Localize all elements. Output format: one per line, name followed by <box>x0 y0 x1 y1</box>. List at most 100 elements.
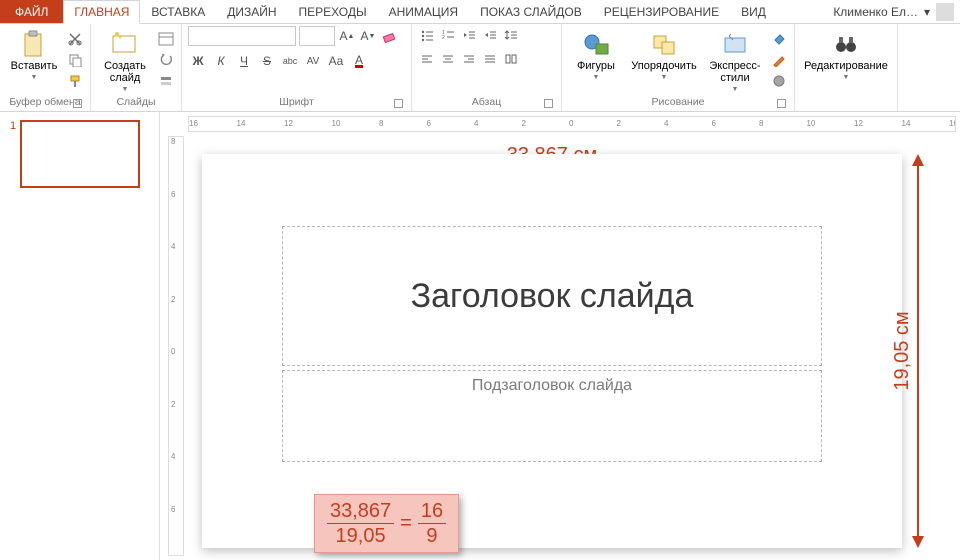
shrink-font-button[interactable]: A▼ <box>359 27 377 45</box>
strikethrough-button[interactable]: S <box>257 52 277 70</box>
format-painter-button[interactable] <box>66 72 84 90</box>
shape-outline-button[interactable] <box>770 51 788 69</box>
font-color-button[interactable]: A <box>349 52 369 70</box>
chevron-down-icon: ▼ <box>593 74 600 81</box>
justify-icon <box>483 52 497 66</box>
title-placeholder[interactable]: Заголовок слайда <box>282 226 822 366</box>
bullets-button[interactable] <box>418 26 436 44</box>
avatar <box>936 3 954 21</box>
slide-thumbnail-1[interactable] <box>20 120 140 188</box>
eraser-icon <box>382 29 396 43</box>
editing-button[interactable]: Редактирование ▼ <box>801 26 891 81</box>
new-slide-button[interactable]: Создать слайд ▼ <box>97 26 153 93</box>
slide-canvas[interactable]: Заголовок слайда Подзаголовок слайда 33,… <box>202 154 902 548</box>
numbering-button[interactable]: 12 <box>439 26 457 44</box>
bold-button[interactable]: Ж <box>188 52 208 70</box>
align-center-icon <box>441 52 455 66</box>
slide-editor: 1614121086420246810121416 864202468 33,8… <box>160 112 960 560</box>
clear-formatting-button[interactable] <box>380 27 398 45</box>
tab-design[interactable]: ДИЗАЙН <box>216 0 287 23</box>
dialog-launcher-icon[interactable] <box>544 99 553 108</box>
align-left-button[interactable] <box>418 50 436 68</box>
scissors-icon <box>68 32 82 46</box>
text-shadow-button[interactable]: abc <box>280 52 300 70</box>
tab-transitions[interactable]: ПЕРЕХОДЫ <box>288 0 378 23</box>
tab-review[interactable]: РЕЦЕНЗИРОВАНИЕ <box>593 0 730 23</box>
dialog-launcher-icon[interactable] <box>777 99 786 108</box>
workspace: 1 1614121086420246810121416 864202468 33… <box>0 112 960 560</box>
svg-text:2: 2 <box>442 35 445 41</box>
shape-effects-button[interactable] <box>770 72 788 90</box>
quick-styles-icon <box>721 30 749 58</box>
tab-slideshow[interactable]: ПОКАЗ СЛАЙДОВ <box>469 0 593 23</box>
section-button[interactable] <box>157 72 175 90</box>
quick-styles-button[interactable]: Экспресс- стили ▼ <box>704 26 766 93</box>
decrease-indent-button[interactable] <box>460 26 478 44</box>
cut-button[interactable] <box>66 30 84 48</box>
new-slide-label: Создать слайд <box>104 60 146 84</box>
line-spacing-icon <box>504 28 518 42</box>
new-slide-icon <box>111 30 139 58</box>
group-font: A▲ A▼ Ж К Ч S abc AV Aa A Шрифт <box>182 24 412 111</box>
grow-font-button[interactable]: A▲ <box>338 27 356 45</box>
chevron-down-icon: ▼ <box>122 86 129 93</box>
clipboard-icon <box>20 30 48 58</box>
copy-icon <box>68 53 82 67</box>
shape-fill-button[interactable] <box>770 30 788 48</box>
arrow-down-icon <box>912 536 924 548</box>
pen-icon <box>772 53 786 67</box>
tab-animation[interactable]: АНИМАЦИЯ <box>378 0 469 23</box>
reset-button[interactable] <box>157 51 175 69</box>
tab-home[interactable]: ГЛАВНАЯ <box>63 0 140 24</box>
font-size-combo[interactable] <box>299 26 335 46</box>
paint-bucket-icon <box>772 32 786 46</box>
change-case-button[interactable]: Aa <box>326 52 346 70</box>
subtitle-placeholder-text: Подзаголовок слайда <box>472 377 632 395</box>
increase-indent-button[interactable] <box>481 26 499 44</box>
tab-file[interactable]: ФАЙЛ <box>0 0 63 23</box>
group-editing-label <box>801 94 891 111</box>
layout-button[interactable] <box>157 30 175 48</box>
dialog-launcher-icon[interactable] <box>394 99 403 108</box>
group-slides-label: Слайды <box>97 94 175 111</box>
align-right-button[interactable] <box>460 50 478 68</box>
group-slides: Создать слайд ▼ Слайды <box>91 24 182 111</box>
tab-insert[interactable]: ВСТАВКА <box>140 0 216 23</box>
number-list-icon: 12 <box>441 28 455 42</box>
subtitle-placeholder[interactable]: Подзаголовок слайда <box>282 370 822 462</box>
account-menu[interactable]: Клименко Ел… ▾ <box>827 0 960 23</box>
align-center-button[interactable] <box>439 50 457 68</box>
slide-thumbnails-panel[interactable]: 1 <box>0 112 160 560</box>
font-family-combo[interactable] <box>188 26 296 46</box>
arrange-label: Упорядочить <box>631 60 696 72</box>
char-spacing-button[interactable]: AV <box>303 52 323 70</box>
height-dimension-annotation: 19,05 см <box>912 154 924 548</box>
layout-icon <box>158 32 174 46</box>
height-label: 19,05 см <box>891 311 914 390</box>
columns-button[interactable] <box>502 50 520 68</box>
title-placeholder-text: Заголовок слайда <box>411 277 694 316</box>
thumb-number: 1 <box>10 120 16 188</box>
horizontal-ruler[interactable]: 1614121086420246810121416 <box>188 116 956 132</box>
group-drawing: Фигуры ▼ Упорядочить ▼ Экспресс- стили ▼ <box>562 24 795 111</box>
line-spacing-button[interactable] <box>502 26 520 44</box>
binoculars-icon <box>832 30 860 58</box>
arrow-up-icon <box>912 154 924 166</box>
paintbrush-icon <box>68 74 82 88</box>
fraction-aspect: 16 9 <box>418 501 446 546</box>
justify-button[interactable] <box>481 50 499 68</box>
vertical-ruler[interactable]: 864202468 <box>168 136 184 556</box>
group-font-label: Шрифт <box>188 94 405 111</box>
arrange-button[interactable]: Упорядочить ▼ <box>628 26 700 81</box>
shapes-button[interactable]: Фигуры ▼ <box>568 26 624 81</box>
tab-view[interactable]: ВИД <box>730 0 777 23</box>
copy-button[interactable] <box>66 51 84 69</box>
align-right-icon <box>462 52 476 66</box>
italic-button[interactable]: К <box>211 52 231 70</box>
dialog-launcher-icon[interactable] <box>73 99 82 108</box>
underline-button[interactable]: Ч <box>234 52 254 70</box>
paste-button[interactable]: Вставить ▼ <box>6 26 62 81</box>
chevron-down-icon: ▾ <box>924 5 930 19</box>
reset-icon <box>159 53 173 67</box>
ribbon-tabbar: ФАЙЛ ГЛАВНАЯ ВСТАВКА ДИЗАЙН ПЕРЕХОДЫ АНИ… <box>0 0 960 24</box>
